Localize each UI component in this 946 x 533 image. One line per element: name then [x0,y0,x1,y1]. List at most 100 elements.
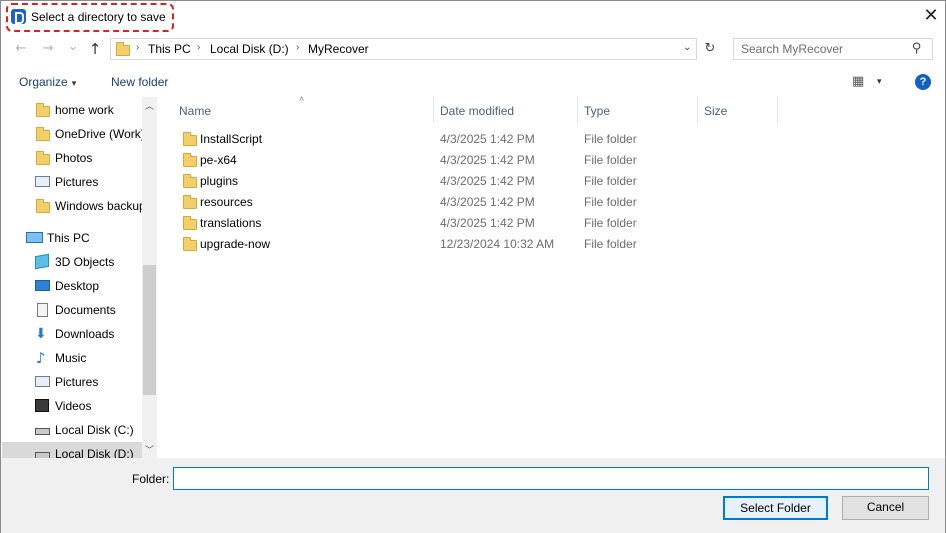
column-header-name[interactable]: Name [179,104,211,118]
column-divider[interactable] [777,97,778,123]
nav-item-photos[interactable]: Photos [2,146,142,170]
computer-icon [26,232,43,243]
nav-pane-scrollbar[interactable]: ︿ ﹀ [142,97,157,458]
file-type: File folder [584,237,637,251]
search-input[interactable]: Search MyRecover [741,42,843,56]
chevron-down-icon: ▾ [71,78,77,88]
breadcrumb-separator[interactable]: › [296,42,299,53]
table-row[interactable]: pe-x64 4/3/2025 1:42 PM File folder [177,150,777,171]
table-row[interactable]: translations 4/3/2025 1:42 PM File folde… [177,213,777,234]
documents-icon [37,303,48,317]
column-header-size[interactable]: Size [704,104,727,118]
column-divider[interactable] [577,97,578,123]
nav-item-pictures[interactable]: Pictures [2,170,142,194]
table-row[interactable]: InstallScript 4/3/2025 1:42 PM File fold… [177,129,777,150]
column-header-type[interactable]: Type [584,104,610,118]
file-name: upgrade-now [200,237,271,251]
nav-item-label: 3D Objects [55,255,115,269]
close-icon[interactable]: ✕ [917,3,945,29]
file-name: plugins [200,174,239,188]
search-box[interactable]: Search MyRecover ⚲ [733,38,933,60]
nav-item-desktop[interactable]: Desktop [2,274,142,298]
downloads-icon: ⬇ [35,326,47,342]
file-name: pe-x64 [200,153,237,167]
new-folder-button[interactable]: New folder [111,75,168,89]
date-modified: 4/3/2025 1:42 PM [440,174,535,188]
column-header-date-modified[interactable]: Date modified [440,104,514,118]
organize-menu[interactable]: Organize ▾ [19,75,76,89]
chevron-down-icon[interactable]: ▾ [877,76,882,87]
nav-item-local-disk-c[interactable]: Local Disk (C:) [2,418,142,442]
nav-item-label: Local Disk (D:) [55,447,134,458]
up-arrow-icon[interactable]: ↑ [85,39,105,59]
breadcrumb-separator[interactable]: › [197,42,200,53]
nav-item-label: OneDrive (Work) [55,127,145,141]
nav-item-windows-backup[interactable]: Windows backup [2,194,146,218]
forward-arrow-icon[interactable]: → [38,39,58,59]
scroll-down-icon[interactable]: ﹀ [142,443,157,456]
scroll-up-icon[interactable]: ︿ [142,99,157,112]
command-bar: Organize ▾ New folder ▦ ▾ ? [1,67,945,97]
file-list: ˄ Name Date modified Type Size InstallSc… [159,94,945,458]
nav-item-3d-objects[interactable]: 3D Objects [2,250,142,274]
nav-item-label: Desktop [55,279,100,293]
search-icon[interactable]: ⚲ [912,41,922,56]
breadcrumb-myrecover[interactable]: MyRecover [308,42,369,56]
nav-item-home-work[interactable]: home work [2,98,142,122]
folder-icon [36,151,50,165]
table-row[interactable]: plugins 4/3/2025 1:42 PM File folder [177,171,777,192]
address-dropdown-icon[interactable]: ⌄ [683,42,691,53]
nav-item-documents[interactable]: Documents [2,298,142,322]
select-folder-button[interactable]: Select Folder [723,496,828,520]
nav-item-label: Pictures [55,175,99,189]
file-name: translations [200,216,262,230]
folder-icon [36,103,50,117]
cancel-button[interactable]: Cancel [842,496,929,520]
file-type: File folder [584,195,637,209]
folder-icon [183,195,197,209]
table-row[interactable]: resources 4/3/2025 1:42 PM File folder [177,192,777,213]
refresh-icon[interactable]: ↻ [700,39,720,59]
column-divider[interactable] [697,97,698,123]
table-row[interactable]: upgrade-now 12/23/2024 10:32 AM File fol… [177,234,777,255]
dialog-footer: Folder: Select Folder Cancel [1,458,945,533]
breadcrumb-separator: › [136,42,140,53]
recent-locations-chevron-icon[interactable]: ⌄ [63,37,83,57]
folder-name-input[interactable] [173,467,929,490]
folder-icon [36,199,50,213]
nav-item-label: Windows backup [55,199,146,213]
scroll-thumb[interactable] [143,265,156,395]
nav-item-videos[interactable]: Videos [2,394,142,418]
file-name: resources [200,195,253,209]
desktop-icon [35,280,50,291]
folder-icon [116,42,130,56]
back-arrow-icon[interactable]: ← [11,39,31,59]
app-logo-icon [11,9,26,24]
music-icon: ♪ [36,349,46,367]
nav-item-label: Documents [55,303,116,317]
nav-item-local-disk-d[interactable]: Local Disk (D:) [2,442,142,458]
date-modified: 4/3/2025 1:42 PM [440,132,535,146]
nav-item-onedrive-work[interactable]: OneDrive (Work) [2,122,145,146]
column-divider[interactable] [433,97,434,123]
videos-icon [35,399,49,412]
pictures-icon [35,176,50,187]
nav-item-music[interactable]: ♪ Music [2,346,142,370]
file-type: File folder [584,132,637,146]
breadcrumb-this-pc[interactable]: This PC [148,42,191,56]
folder-icon [183,216,197,230]
breadcrumb-local-disk-d[interactable]: Local Disk (D:) [210,42,289,56]
file-type: File folder [584,174,637,188]
view-options-icon[interactable]: ▦ [852,74,864,89]
address-bar[interactable]: › This PC › Local Disk (D:) › MyRecover … [110,38,697,60]
date-modified: 4/3/2025 1:42 PM [440,195,535,209]
drive-icon [35,428,50,435]
file-name: InstallScript [200,132,263,146]
help-icon[interactable]: ? [915,74,931,90]
nav-item-this-pc[interactable]: This PC [2,226,142,250]
nav-item-downloads[interactable]: ⬇ Downloads [2,322,142,346]
file-type: File folder [584,153,637,167]
folder-icon [36,127,50,141]
date-modified: 12/23/2024 10:32 AM [440,237,555,251]
nav-item-pictures[interactable]: Pictures [2,370,142,394]
